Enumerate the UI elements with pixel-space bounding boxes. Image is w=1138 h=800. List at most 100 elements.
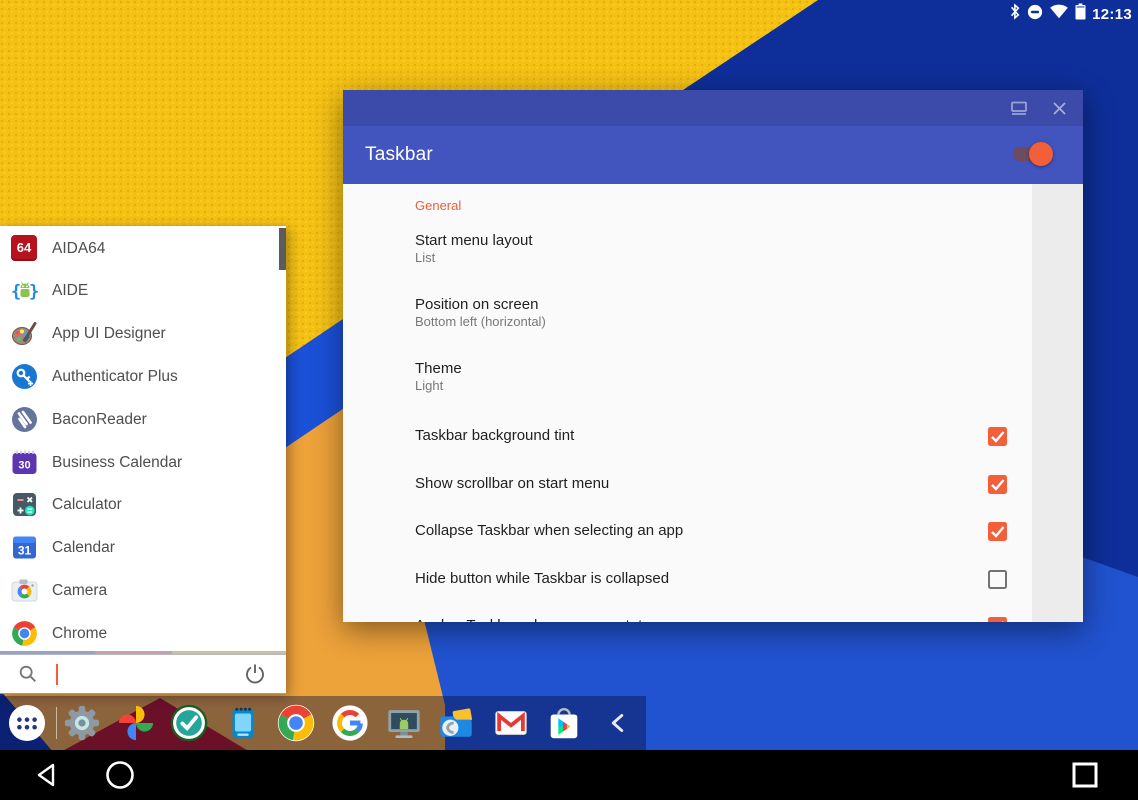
notepad-app[interactable]	[224, 704, 262, 742]
setting-title: Theme	[415, 360, 462, 377]
solid-explorer-icon	[438, 704, 476, 742]
status-bar: 12:13	[1009, 3, 1132, 25]
setting-value: Light	[415, 378, 443, 393]
battery-icon	[1075, 3, 1086, 25]
business-calendar-icon: 30	[11, 449, 38, 476]
page-title: Taskbar	[365, 144, 433, 166]
checkbox-checked[interactable]	[988, 617, 1007, 622]
app-item-calculator[interactable]: Calculator	[0, 483, 286, 526]
maximize-icon[interactable]	[1007, 97, 1031, 119]
app-label: BaconReader	[52, 398, 147, 441]
app-label: AIDA64	[52, 227, 105, 270]
section-general: General	[343, 198, 1032, 218]
photos-app[interactable]	[117, 704, 155, 742]
checkbox-checked[interactable]	[988, 475, 1007, 494]
gmail-app[interactable]	[492, 704, 530, 742]
setting-title: Position on screen	[415, 296, 538, 313]
calendar-icon: 31	[11, 534, 38, 561]
chevron-left-icon	[599, 704, 637, 742]
solid-explorer-app[interactable]	[438, 704, 476, 742]
checkbox-unchecked[interactable]	[988, 570, 1007, 589]
app-label: Camera	[52, 569, 107, 612]
start-menu-scrollbar[interactable]	[279, 228, 286, 270]
setting-title: Hide button while Taskbar is collapsed	[415, 570, 669, 587]
app-label: Business Calendar	[52, 441, 182, 484]
google-app[interactable]	[331, 704, 369, 742]
setting-anchor-taskbar[interactable]: Anchor Taskbar when screen rotates	[343, 602, 1032, 622]
collapse-taskbar-button[interactable]	[599, 704, 637, 742]
power-icon[interactable]	[243, 662, 267, 686]
app-item-aida64[interactable]: 64 AIDA64	[0, 227, 286, 270]
taskbar	[0, 696, 646, 750]
setting-theme[interactable]: ThemeLight	[343, 360, 1032, 400]
notepad-icon	[224, 704, 262, 742]
app-item-chrome[interactable]: Chrome	[0, 612, 286, 655]
content-gutter	[1032, 184, 1083, 622]
svg-text:30: 30	[18, 459, 30, 471]
calculator-icon	[11, 491, 38, 518]
app-bar: Taskbar	[343, 126, 1083, 184]
start-menu: 64 AIDA64 {} AIDEApp UI DesignerAuthenticat…	[0, 226, 286, 694]
clock-text: 12:13	[1092, 6, 1132, 23]
window-title-strip[interactable]	[343, 90, 1083, 126]
setting-collapse-taskbar[interactable]: Collapse Taskbar when selecting an app	[343, 507, 1032, 555]
app-item-business-calendar[interactable]: 30 Business Calendar	[0, 441, 286, 484]
back-icon[interactable]	[31, 758, 65, 792]
camera-icon	[11, 577, 38, 604]
app-drawer-icon	[8, 704, 46, 742]
checkbox-checked[interactable]	[988, 427, 1007, 446]
setting-position-on-screen[interactable]: Position on screenBottom left (horizonta…	[343, 296, 1032, 336]
setting-title: Taskbar background tint	[415, 427, 574, 444]
app-label: Chrome	[52, 612, 107, 655]
photos-icon	[117, 704, 155, 742]
app-item-camera[interactable]: Camera	[0, 569, 286, 612]
play-store-icon	[545, 704, 583, 742]
bluetooth-icon	[1009, 3, 1021, 25]
search-icon	[17, 663, 39, 685]
gmail-icon	[492, 704, 530, 742]
window-controls	[1007, 97, 1071, 119]
remote-display-app[interactable]	[385, 704, 423, 742]
recents-icon[interactable]	[1068, 758, 1102, 792]
setting-taskbar-background-tint[interactable]: Taskbar background tint	[343, 412, 1032, 460]
app-item-baconreader[interactable]: BaconReader	[0, 398, 286, 441]
close-icon[interactable]	[1047, 97, 1071, 119]
setting-show-scrollbar[interactable]: Show scrollbar on start menu	[343, 460, 1032, 508]
app-item-app-ui-designer[interactable]: App UI Designer	[0, 312, 286, 355]
monitor-android-icon	[385, 704, 423, 742]
aida64-icon: 64	[11, 235, 38, 262]
chrome-icon	[277, 704, 315, 742]
setting-value: Bottom left (horizontal)	[415, 314, 546, 329]
app-label: Calculator	[52, 483, 122, 526]
navigation-bar	[0, 750, 1138, 800]
green-check-icon	[170, 704, 208, 742]
setting-hide-button[interactable]: Hide button while Taskbar is collapsed	[343, 555, 1032, 603]
taskbar-divider	[56, 707, 57, 739]
app-item-authenticator-plus[interactable]: Authenticator Plus	[0, 355, 286, 398]
app-item-calendar[interactable]: 31 Calendar	[0, 526, 286, 569]
search-input[interactable]	[48, 659, 242, 691]
checkbox-checked[interactable]	[988, 522, 1007, 541]
app-label: AIDE	[52, 269, 88, 312]
search-bar	[0, 654, 286, 693]
app-drawer-button[interactable]	[8, 704, 46, 742]
chrome-icon	[11, 620, 38, 647]
chrome-app[interactable]	[277, 704, 315, 742]
svg-text:}: }	[29, 282, 38, 302]
aide-icon: {}	[11, 277, 38, 304]
setting-value: List	[415, 250, 435, 265]
toggle-thumb	[1029, 142, 1053, 166]
app-label: Calendar	[52, 526, 115, 569]
home-icon[interactable]	[103, 758, 137, 792]
svg-text:31: 31	[18, 544, 32, 558]
setting-start-menu-layout[interactable]: Start menu layoutList	[343, 232, 1032, 272]
setting-title: Collapse Taskbar when selecting an app	[415, 522, 683, 539]
settings-app[interactable]	[63, 704, 101, 742]
greenify-app[interactable]	[170, 704, 208, 742]
play-store-app[interactable]	[545, 704, 583, 742]
app-item-aide[interactable]: {} AIDE	[0, 269, 286, 312]
section-header-label: General	[415, 198, 461, 213]
authenticator-plus-icon	[11, 363, 38, 390]
text-caret	[56, 664, 58, 685]
master-toggle[interactable]	[1013, 147, 1050, 161]
